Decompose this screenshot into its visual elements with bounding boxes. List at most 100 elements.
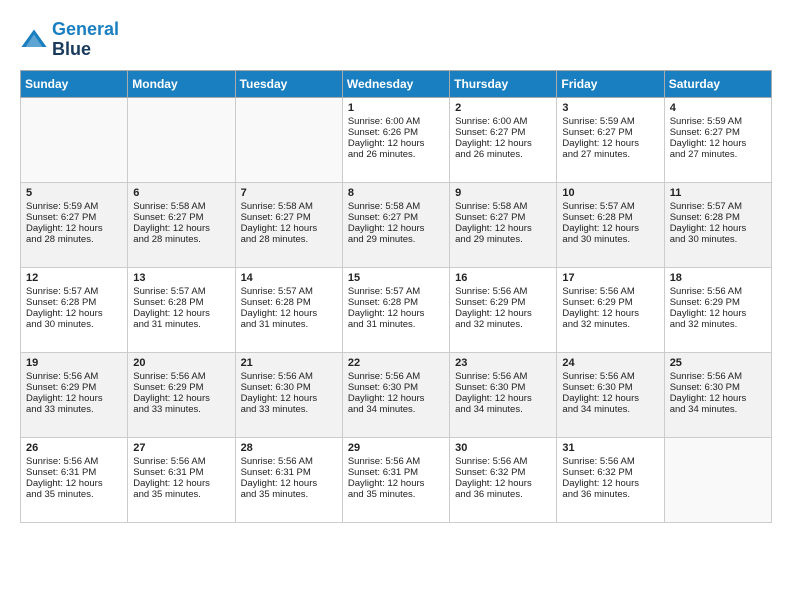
day-info-line: Sunrise: 5:59 AM: [562, 116, 658, 127]
day-info-line: and 35 minutes.: [133, 489, 229, 500]
calendar-cell: 6Sunrise: 5:58 AMSunset: 6:27 PMDaylight…: [128, 182, 235, 267]
day-info-line: Daylight: 12 hours: [348, 308, 444, 319]
day-info-line: Sunrise: 5:57 AM: [133, 286, 229, 297]
day-info-line: and 31 minutes.: [133, 319, 229, 330]
day-info-line: Sunrise: 5:56 AM: [348, 456, 444, 467]
day-number: 1: [348, 102, 444, 114]
calendar-cell: 8Sunrise: 5:58 AMSunset: 6:27 PMDaylight…: [342, 182, 449, 267]
day-info-line: Daylight: 12 hours: [241, 223, 337, 234]
day-number: 9: [455, 187, 551, 199]
day-info-line: Sunset: 6:32 PM: [455, 467, 551, 478]
day-info-line: Sunrise: 5:58 AM: [455, 201, 551, 212]
day-number: 15: [348, 272, 444, 284]
day-info-line: Sunrise: 5:56 AM: [670, 371, 766, 382]
day-info-line: Sunrise: 5:56 AM: [562, 371, 658, 382]
day-info-line: Sunrise: 6:00 AM: [455, 116, 551, 127]
calendar-cell: 21Sunrise: 5:56 AMSunset: 6:30 PMDayligh…: [235, 352, 342, 437]
day-info-line: Sunrise: 5:56 AM: [26, 371, 122, 382]
day-info-line: Sunset: 6:27 PM: [455, 127, 551, 138]
calendar-table: SundayMondayTuesdayWednesdayThursdayFrid…: [20, 70, 772, 523]
day-info-line: and 33 minutes.: [133, 404, 229, 415]
day-info-line: and 36 minutes.: [562, 489, 658, 500]
day-info-line: Daylight: 12 hours: [348, 393, 444, 404]
day-info-line: and 28 minutes.: [241, 234, 337, 245]
day-info-line: Sunrise: 5:59 AM: [26, 201, 122, 212]
day-number: 4: [670, 102, 766, 114]
calendar-week-4: 19Sunrise: 5:56 AMSunset: 6:29 PMDayligh…: [21, 352, 772, 437]
weekday-header-sunday: Sunday: [21, 70, 128, 97]
day-info-line: and 28 minutes.: [26, 234, 122, 245]
day-info-line: Daylight: 12 hours: [562, 308, 658, 319]
day-info-line: Daylight: 12 hours: [241, 393, 337, 404]
calendar-cell: 13Sunrise: 5:57 AMSunset: 6:28 PMDayligh…: [128, 267, 235, 352]
page-header: General Blue: [20, 20, 772, 60]
weekday-header-friday: Friday: [557, 70, 664, 97]
calendar-cell: 27Sunrise: 5:56 AMSunset: 6:31 PMDayligh…: [128, 437, 235, 522]
day-info-line: Daylight: 12 hours: [241, 308, 337, 319]
day-info-line: Sunrise: 6:00 AM: [348, 116, 444, 127]
day-info-line: and 36 minutes.: [455, 489, 551, 500]
day-info-line: and 34 minutes.: [670, 404, 766, 415]
calendar-cell: 12Sunrise: 5:57 AMSunset: 6:28 PMDayligh…: [21, 267, 128, 352]
calendar-cell: 23Sunrise: 5:56 AMSunset: 6:30 PMDayligh…: [450, 352, 557, 437]
day-number: 12: [26, 272, 122, 284]
day-info-line: and 35 minutes.: [26, 489, 122, 500]
day-info-line: Daylight: 12 hours: [26, 478, 122, 489]
day-info-line: Sunset: 6:27 PM: [455, 212, 551, 223]
day-info-line: Sunset: 6:28 PM: [562, 212, 658, 223]
day-number: 18: [670, 272, 766, 284]
day-info-line: Sunrise: 5:57 AM: [348, 286, 444, 297]
day-info-line: Daylight: 12 hours: [455, 393, 551, 404]
day-info-line: Sunrise: 5:56 AM: [562, 456, 658, 467]
weekday-header-tuesday: Tuesday: [235, 70, 342, 97]
calendar-cell: 20Sunrise: 5:56 AMSunset: 6:29 PMDayligh…: [128, 352, 235, 437]
day-info-line: Sunset: 6:28 PM: [133, 297, 229, 308]
weekday-header-saturday: Saturday: [664, 70, 771, 97]
day-info-line: Sunrise: 5:57 AM: [241, 286, 337, 297]
day-info-line: Sunset: 6:31 PM: [133, 467, 229, 478]
day-info-line: Daylight: 12 hours: [670, 308, 766, 319]
day-info-line: and 30 minutes.: [670, 234, 766, 245]
day-number: 2: [455, 102, 551, 114]
day-info-line: Sunset: 6:27 PM: [670, 127, 766, 138]
day-info-line: and 31 minutes.: [348, 319, 444, 330]
calendar-cell: [21, 97, 128, 182]
day-info-line: Sunrise: 5:57 AM: [26, 286, 122, 297]
calendar-cell: 25Sunrise: 5:56 AMSunset: 6:30 PMDayligh…: [664, 352, 771, 437]
day-info-line: Daylight: 12 hours: [562, 138, 658, 149]
calendar-cell: 2 Sunrise: 6:00 AMSunset: 6:27 PMDaylight…: [450, 97, 557, 182]
day-info-line: and 26 minutes.: [455, 149, 551, 160]
day-info-line: Sunrise: 5:56 AM: [133, 371, 229, 382]
day-info-line: and 32 minutes.: [562, 319, 658, 330]
logo: General Blue: [20, 20, 119, 60]
day-info-line: Daylight: 12 hours: [26, 223, 122, 234]
day-number: 6: [133, 187, 229, 199]
calendar-cell: 29Sunrise: 5:56 AMSunset: 6:31 PMDayligh…: [342, 437, 449, 522]
day-number: 24: [562, 357, 658, 369]
day-info-line: Sunrise: 5:56 AM: [670, 286, 766, 297]
day-info-line: Daylight: 12 hours: [455, 478, 551, 489]
day-info-line: Daylight: 12 hours: [670, 223, 766, 234]
logo-text: General Blue: [52, 20, 119, 60]
day-info-line: Sunset: 6:27 PM: [133, 212, 229, 223]
day-info-line: Daylight: 12 hours: [348, 478, 444, 489]
day-info-line: Sunset: 6:28 PM: [348, 297, 444, 308]
calendar-week-5: 26 Sunrise: 5:56 AM Sunset: 6:31 PM Dayligh…: [21, 437, 772, 522]
day-info-line: Daylight: 12 hours: [455, 223, 551, 234]
day-info-line: Daylight: 12 hours: [133, 393, 229, 404]
day-info-line: Sunrise: 5:56 AM: [455, 371, 551, 382]
calendar-cell: [235, 97, 342, 182]
day-info-line: Daylight: 12 hours: [133, 308, 229, 319]
calendar-cell: 14Sunrise: 5:57 AMSunset: 6:28 PMDayligh…: [235, 267, 342, 352]
day-info-line: Sunset: 6:27 PM: [348, 212, 444, 223]
day-info-line: Sunset: 6:28 PM: [241, 297, 337, 308]
day-info-line: Daylight: 12 hours: [455, 138, 551, 149]
day-info-line: and 34 minutes.: [562, 404, 658, 415]
day-info-line: Sunrise: 5:57 AM: [670, 201, 766, 212]
calendar-week-2: 5Sunrise: 5:59 AMSunset: 6:27 PMDaylight…: [21, 182, 772, 267]
day-number: 26: [26, 442, 122, 454]
day-info-line: Sunset: 6:30 PM: [241, 382, 337, 393]
day-number: 30: [455, 442, 551, 454]
day-number: 5: [26, 187, 122, 199]
calendar-week-3: 12Sunrise: 5:57 AMSunset: 6:28 PMDayligh…: [21, 267, 772, 352]
